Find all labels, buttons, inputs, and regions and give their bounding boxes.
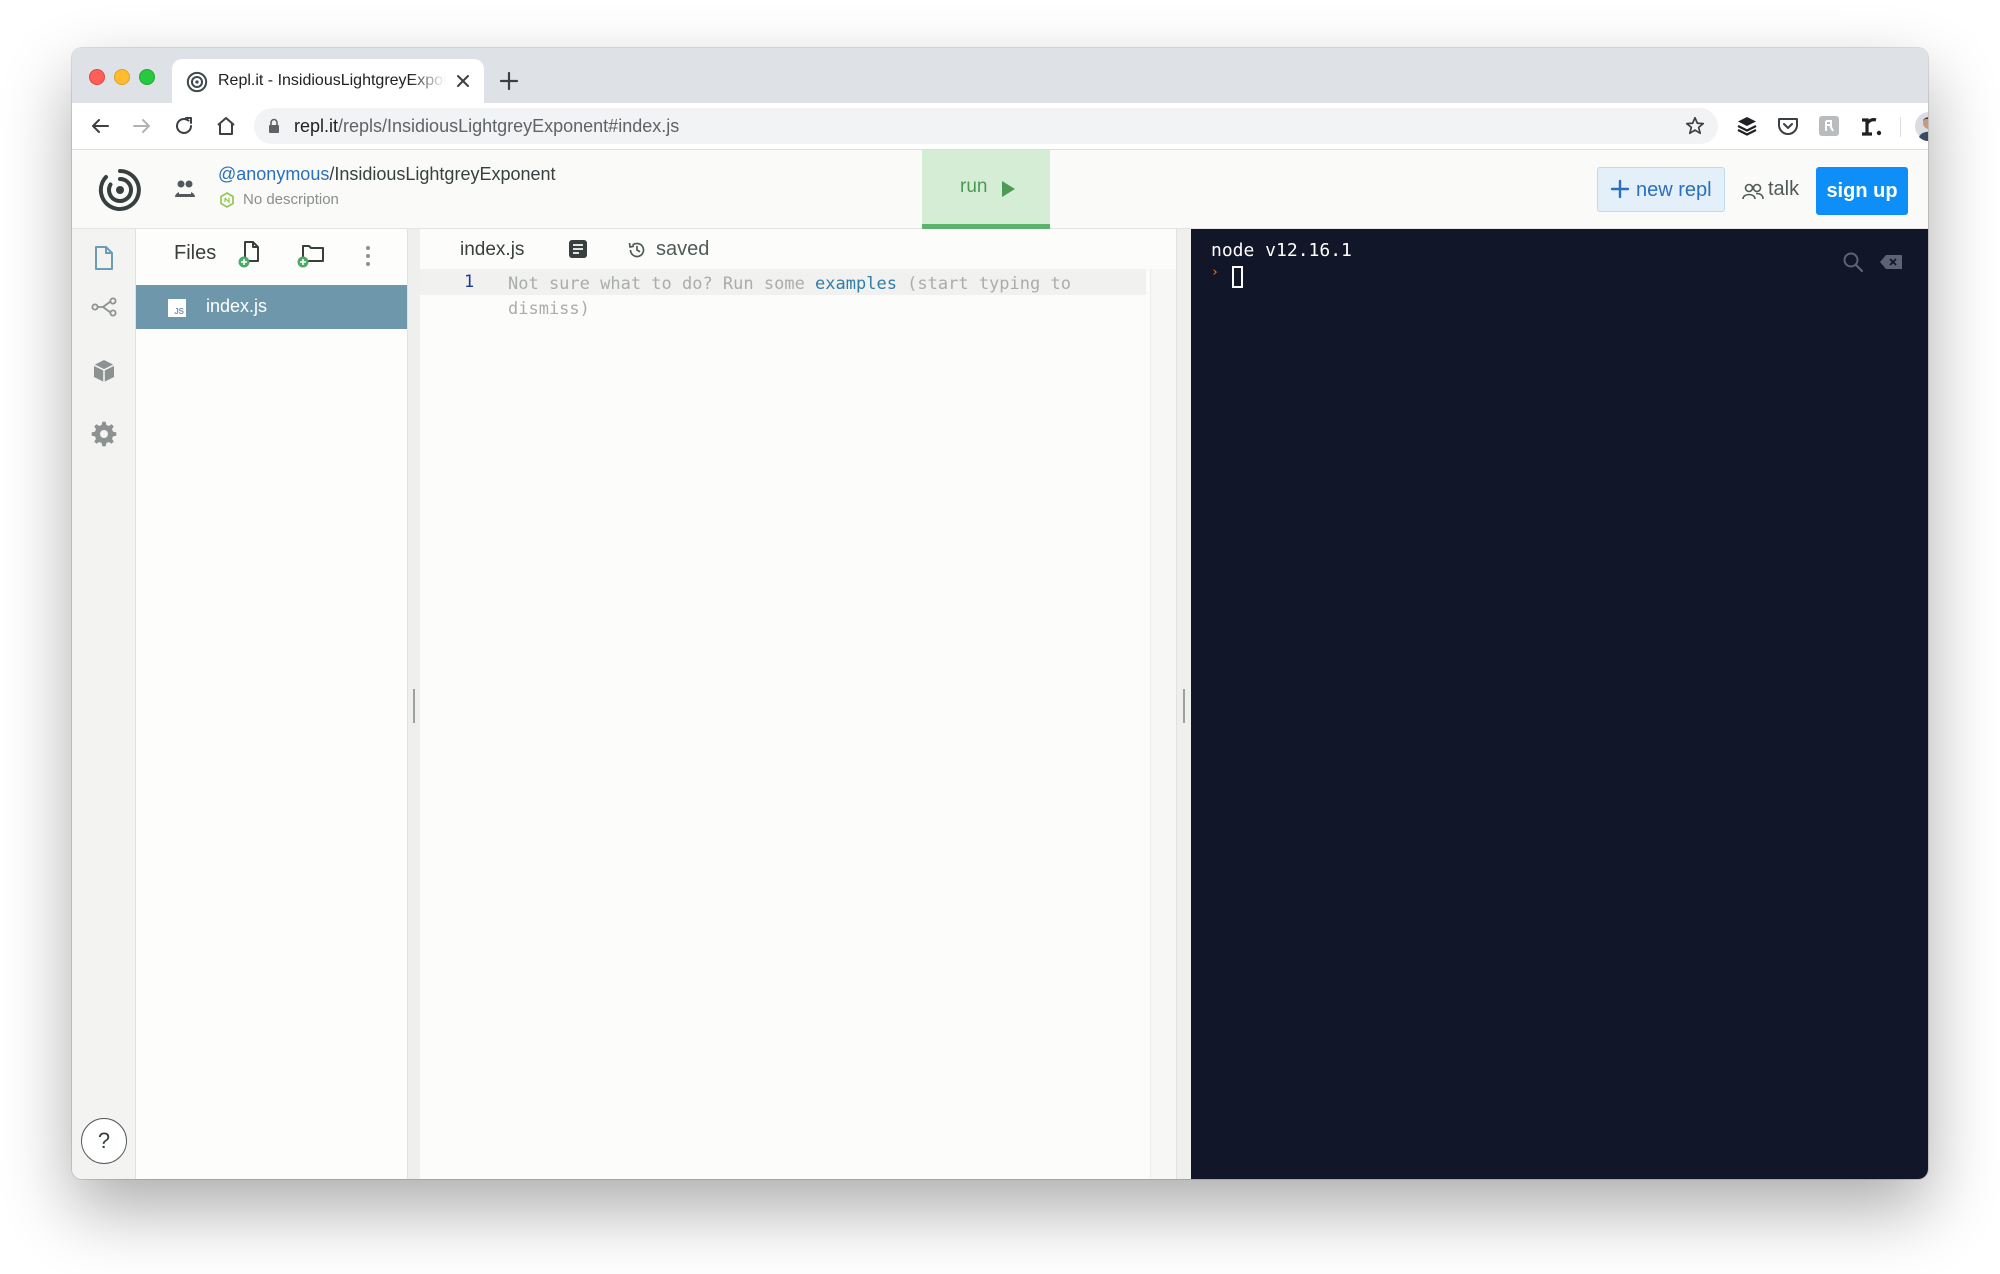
- editor-file-tab[interactable]: index.js: [460, 239, 524, 261]
- settings-icon[interactable]: [90, 420, 118, 448]
- add-folder-icon[interactable]: [296, 239, 326, 269]
- tab-title: Repl.it - InsidiousLightgreyExponent: [218, 72, 446, 89]
- play-icon: [1002, 181, 1015, 197]
- add-file-icon[interactable]: [236, 239, 266, 269]
- code-editor[interactable]: index.js saved 1 Not sure what to do? Ru…: [420, 229, 1176, 1179]
- save-status: saved: [656, 238, 710, 260]
- replit-favicon-icon: [186, 71, 208, 93]
- new-repl-label: new repl: [1636, 179, 1712, 201]
- hint-text-before: Not sure what to do? Run some: [508, 274, 816, 294]
- url-text: repl.it/repls/InsidiousLightgreyExponent…: [294, 116, 679, 137]
- version-control-icon[interactable]: [90, 293, 118, 321]
- js-file-icon: JS: [168, 299, 186, 317]
- run-button[interactable]: run: [922, 150, 1050, 229]
- console-panel[interactable]: node v12.16.1 ›: [1191, 229, 1928, 1179]
- readwise-icon[interactable]: [1857, 113, 1883, 139]
- home-icon[interactable]: [214, 114, 238, 138]
- back-arrow-icon[interactable]: [88, 114, 112, 138]
- talk-link[interactable]: talk: [1768, 178, 1799, 201]
- examples-link[interactable]: examples: [815, 274, 897, 294]
- url-path: /repls/InsidiousLightgreyExponent#index.…: [338, 116, 680, 136]
- minimize-window-button[interactable]: [114, 69, 130, 85]
- resizer-grip: [1183, 689, 1185, 723]
- editor-tab-bar: index.js saved: [420, 229, 1176, 269]
- format-icon[interactable]: [568, 239, 588, 259]
- bookmark-star-icon[interactable]: [1684, 115, 1706, 137]
- address-bar[interactable]: repl.it/repls/InsidiousLightgreyExponent…: [254, 108, 1718, 144]
- new-tab-icon[interactable]: [496, 68, 522, 94]
- file-name: index.js: [206, 296, 268, 316]
- lock-icon: [269, 118, 279, 133]
- replit-logo-icon[interactable]: [98, 168, 142, 212]
- tab-strip: Repl.it - InsidiousLightgreyExponent: [72, 48, 1928, 103]
- packages-icon[interactable]: [90, 357, 118, 385]
- help-button[interactable]: ?: [81, 1118, 127, 1164]
- nodejs-icon: [220, 192, 234, 208]
- forward-arrow-icon[interactable]: [130, 114, 154, 138]
- profile-avatar[interactable]: [1914, 111, 1928, 141]
- repl-name[interactable]: InsidiousLightgreyExponent: [334, 164, 555, 184]
- console-prompt: ›: [1211, 265, 1219, 280]
- talk-users-icon[interactable]: [1742, 182, 1764, 200]
- repl-header: @anonymous/InsidiousLightgreyExponent No…: [72, 150, 1928, 229]
- history-icon: [628, 242, 645, 258]
- anonymous-user-icon[interactable]: [172, 176, 198, 202]
- plus-icon: [1610, 179, 1630, 199]
- owner-link[interactable]: @anonymous: [218, 164, 329, 184]
- close-tab-icon[interactable]: [454, 72, 472, 90]
- side-rail: ?: [72, 229, 136, 1179]
- maximize-window-button[interactable]: [139, 69, 155, 85]
- line-number: 1: [464, 272, 475, 292]
- file-item-index-js[interactable]: JS index.js: [136, 285, 407, 329]
- reload-icon[interactable]: [172, 114, 196, 138]
- files-more-icon[interactable]: [364, 243, 372, 269]
- resizer-grip: [413, 689, 415, 723]
- files-icon[interactable]: [90, 244, 118, 272]
- ext-icon[interactable]: [1816, 113, 1842, 139]
- editor-hint: Not sure what to do? Run some examples (…: [508, 272, 1118, 322]
- files-editor-resizer[interactable]: [407, 229, 420, 1179]
- toolbar-divider: [1900, 117, 1901, 137]
- url-host: repl.it: [294, 116, 339, 136]
- browser-tab[interactable]: Repl.it - InsidiousLightgreyExponent: [172, 59, 484, 103]
- close-window-button[interactable]: [89, 69, 105, 85]
- buffer-icon[interactable]: [1734, 113, 1760, 139]
- browser-toolbar: repl.it/repls/InsidiousLightgreyExponent…: [72, 103, 1928, 150]
- pocket-icon[interactable]: [1775, 113, 1801, 139]
- files-title: Files: [174, 242, 217, 264]
- clear-console-icon[interactable]: [1879, 254, 1903, 270]
- editor-console-resizer[interactable]: [1176, 229, 1191, 1179]
- run-label: run: [960, 176, 988, 197]
- editor-scrollbar[interactable]: [1150, 269, 1176, 1179]
- search-icon[interactable]: [1842, 251, 1864, 273]
- browser-window: Repl.it - InsidiousLightgreyExponent: [72, 48, 1928, 1179]
- repl-description[interactable]: No description: [243, 191, 339, 208]
- files-panel: Files JS index.js: [136, 229, 407, 1179]
- console-cursor: [1232, 266, 1243, 288]
- sign-up-button[interactable]: sign up: [1816, 167, 1908, 215]
- repl-title: @anonymous/InsidiousLightgreyExponent: [218, 164, 556, 185]
- new-repl-button[interactable]: new repl: [1597, 167, 1725, 212]
- node-version: node v12.16.1: [1211, 240, 1352, 261]
